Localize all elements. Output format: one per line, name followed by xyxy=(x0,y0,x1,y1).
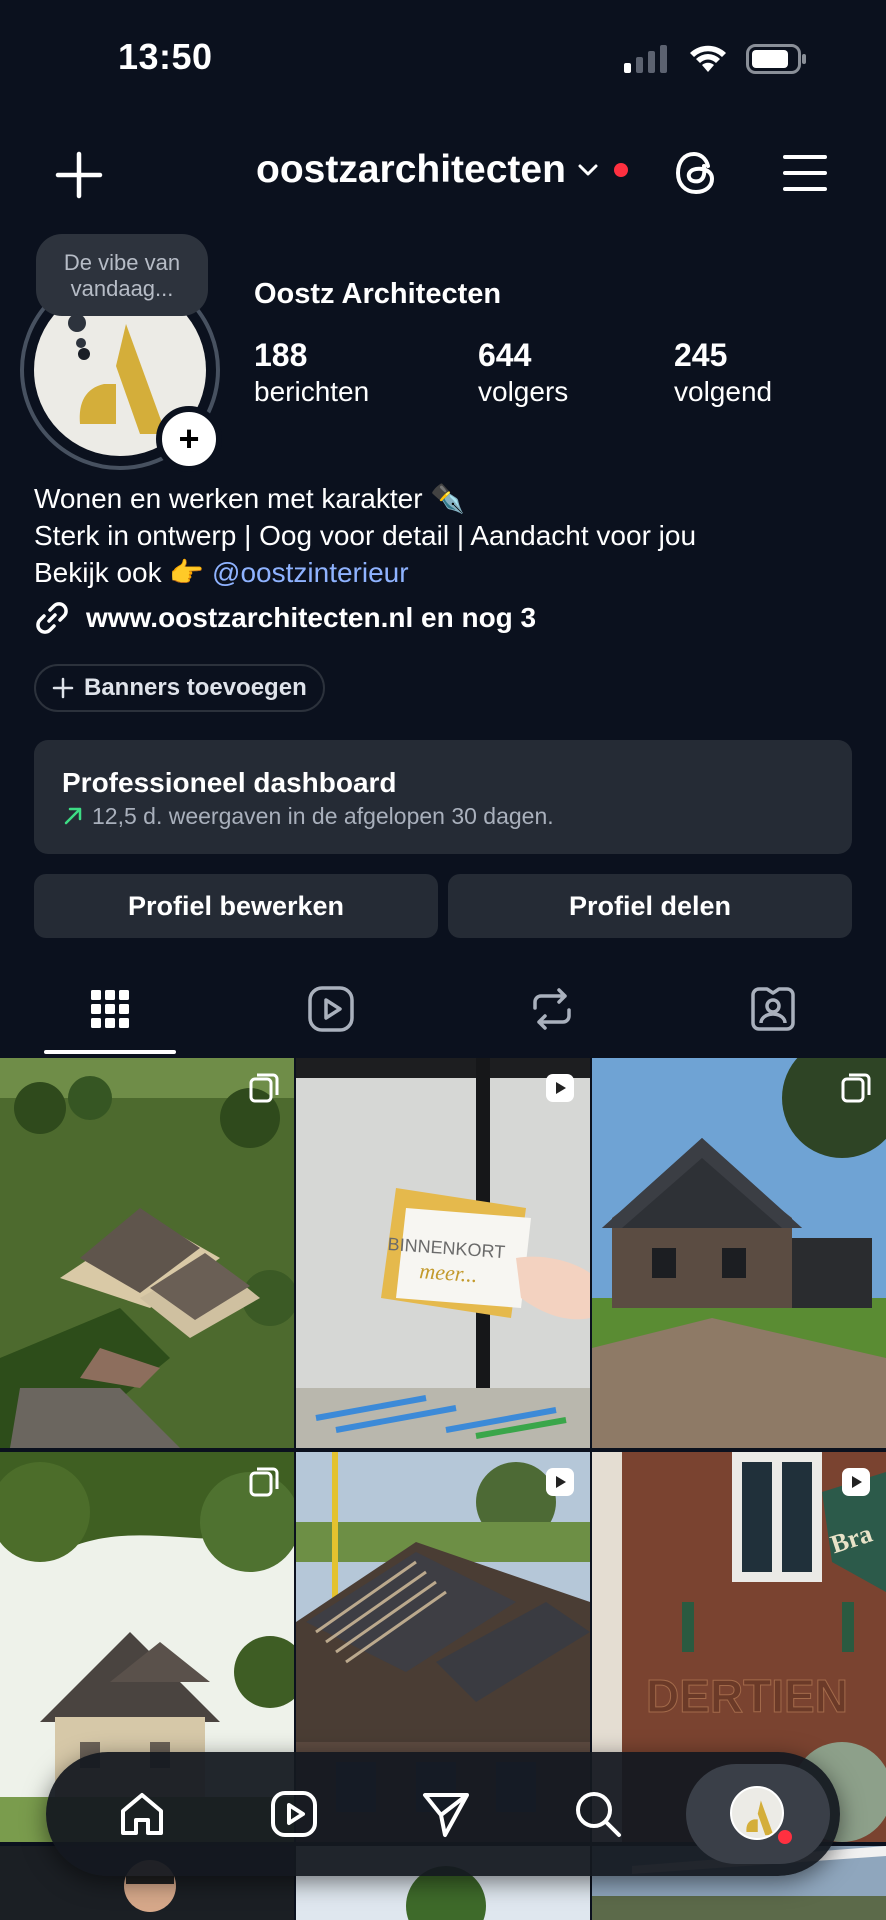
share-profile-button[interactable]: Profiel delen xyxy=(448,874,852,938)
aerial-villa-image xyxy=(0,1058,294,1448)
status-time: 13:50 xyxy=(118,36,213,77)
notification-dot xyxy=(776,1828,794,1846)
brick-house-image xyxy=(592,1058,886,1448)
stat-value: 188 xyxy=(254,337,308,373)
reels-icon xyxy=(271,1791,317,1837)
mention-link[interactable]: @oostzinterieur xyxy=(212,557,409,588)
card-text: meer... xyxy=(419,1258,479,1287)
menu-button[interactable] xyxy=(782,152,828,194)
reels-icon xyxy=(308,986,354,1032)
bio-line: Bekijk ook 👉 @oostzinterieur xyxy=(34,554,696,591)
post-thumbnail[interactable]: BINNENKORT meer... xyxy=(296,1058,590,1448)
carousel-icon xyxy=(249,1073,279,1103)
create-button[interactable] xyxy=(52,148,106,202)
add-banners-label: Banners toevoegen xyxy=(84,674,307,701)
tagged-user-icon xyxy=(751,987,795,1031)
nav-search[interactable] xyxy=(570,1786,626,1842)
status-icons xyxy=(624,44,808,74)
nav-reels[interactable] xyxy=(266,1786,322,1842)
bio-line: Sterk in ontwerp | Oog voor detail | Aan… xyxy=(34,520,697,551)
repost-icon xyxy=(533,988,571,1030)
sign-text: DERTIEN xyxy=(646,1670,848,1722)
plus-icon xyxy=(55,151,103,199)
profile-avatar xyxy=(730,1786,784,1840)
nav-home[interactable] xyxy=(114,1786,170,1842)
battery-icon xyxy=(746,44,806,74)
reel-icon xyxy=(546,1074,574,1102)
plus-icon: + xyxy=(178,418,200,459)
reel-icon xyxy=(842,1468,870,1496)
stat-following[interactable]: 245 volgend xyxy=(674,336,772,410)
website-link[interactable]: www.oostzarchitecten.nl en nog 3 xyxy=(34,600,536,636)
search-icon xyxy=(576,1792,621,1837)
plus-icon xyxy=(52,677,74,699)
stat-label: berichten xyxy=(254,376,370,407)
stat-label: volgers xyxy=(478,376,569,407)
send-icon xyxy=(423,1793,469,1837)
carousel-icon xyxy=(249,1467,279,1497)
post-thumbnail[interactable] xyxy=(592,1058,886,1448)
reel-icon xyxy=(546,1468,574,1496)
post-thumbnail[interactable] xyxy=(0,1058,294,1448)
home-icon xyxy=(121,1793,163,1835)
nav-profile[interactable] xyxy=(686,1764,830,1864)
bio: Wonen en werken met karakter ✒️ Sterk in… xyxy=(34,480,696,591)
tab-reels[interactable] xyxy=(304,982,358,1036)
active-tab-indicator xyxy=(44,1050,176,1054)
add-story-button[interactable]: + xyxy=(156,406,222,472)
tab-reposts[interactable] xyxy=(525,982,579,1036)
notification-dot xyxy=(613,163,628,177)
link-icon xyxy=(36,602,68,634)
stat-posts[interactable]: 188 berichten xyxy=(254,336,369,410)
stat-value: 245 xyxy=(674,337,728,373)
announcement-card-image: BINNENKORT meer... xyxy=(296,1058,590,1448)
profile-name: Oostz Architecten xyxy=(254,278,502,310)
stat-label: volgend xyxy=(674,376,773,407)
stat-value: 644 xyxy=(478,337,532,373)
dashboard-subtitle-row: 12,5 d. weergaven in de afgelopen 30 dag… xyxy=(62,800,824,832)
wifi-icon xyxy=(690,45,726,72)
tab-tagged[interactable] xyxy=(746,982,800,1036)
grid-icon xyxy=(91,990,129,1028)
stat-followers[interactable]: 644 volgers xyxy=(478,336,568,410)
tab-posts[interactable] xyxy=(83,982,137,1036)
threads-icon xyxy=(675,151,715,195)
note-tail-small xyxy=(76,338,86,348)
username: oostzarchitecten xyxy=(256,148,566,191)
note-bubble[interactable]: De vibe van vandaag... xyxy=(36,234,208,316)
bio-line: Wonen en werken met karakter ✒️ xyxy=(34,483,466,514)
chevron-down-icon xyxy=(578,164,598,176)
dashboard-subtitle: 12,5 d. weergaven in de afgelopen 30 dag… xyxy=(92,803,554,829)
trend-up-icon xyxy=(64,807,82,825)
dashboard-title: Professioneel dashboard xyxy=(62,767,397,798)
bio-text: Bekijk ook 👉 xyxy=(34,557,205,588)
edit-profile-button[interactable]: Profiel bewerken xyxy=(34,874,438,938)
hamburger-icon xyxy=(783,155,827,191)
add-banners-button[interactable]: Banners toevoegen xyxy=(34,664,325,712)
carousel-icon xyxy=(841,1073,871,1103)
signal-icon xyxy=(624,45,667,73)
note-tail xyxy=(68,314,86,332)
professional-dashboard[interactable]: Professioneel dashboard 12,5 d. weergave… xyxy=(34,740,852,854)
website-text: www.oostzarchitecten.nl en nog 3 xyxy=(86,602,537,633)
threads-button[interactable] xyxy=(672,148,722,198)
nav-messages[interactable] xyxy=(418,1786,474,1842)
bottom-navigation xyxy=(46,1752,840,1876)
account-switcher[interactable]: oostzarchitecten xyxy=(256,148,628,192)
